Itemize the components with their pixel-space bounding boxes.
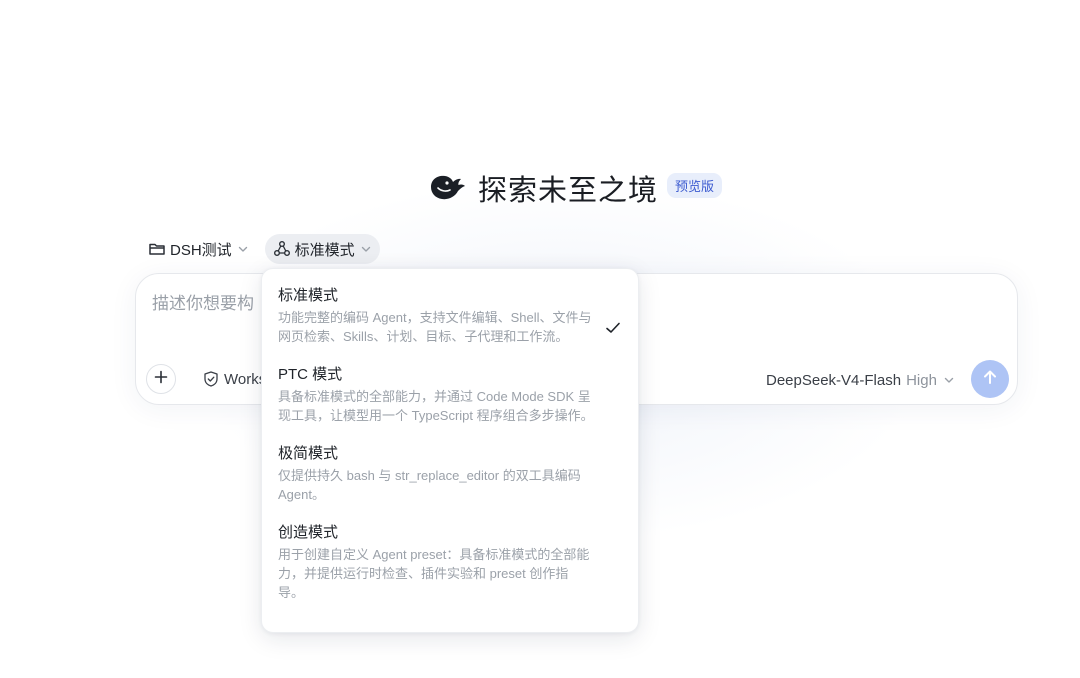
- preview-badge: 预览版: [667, 172, 723, 198]
- menu-item-creator-mode[interactable]: 创造模式 用于创建自定义 Agent preset：具备标准模式的全部能力，并提…: [262, 522, 638, 602]
- model-selector[interactable]: DeepSeek-V4-Flash High: [766, 369, 955, 391]
- context-chip-row: DSH测试 标准模式: [140, 234, 380, 264]
- arrow-up-icon: [981, 368, 999, 391]
- menu-item-ptc-mode[interactable]: PTC 模式 具备标准模式的全部能力，并通过 Code Mode SDK 呈现工…: [262, 364, 638, 425]
- mode-selector-label: 标准模式: [294, 241, 355, 259]
- workspace-permission-label: Workspace: [224, 370, 266, 388]
- model-effort-level: High: [906, 371, 937, 389]
- send-button[interactable]: [971, 360, 1009, 398]
- hero-header: 探索未至之境 预览版: [428, 166, 723, 210]
- menu-item-title: 标准模式: [278, 287, 339, 304]
- check-icon: [604, 319, 622, 337]
- menu-item-title: 极简模式: [278, 445, 339, 462]
- menu-item-description: 仅提供持久 bash 与 str_replace_editor 的双工具编码 A…: [278, 468, 581, 502]
- workspace-selector-label: DSH测试: [170, 241, 232, 259]
- plus-icon: [154, 370, 168, 389]
- chevron-down-icon: [237, 243, 249, 255]
- menu-item-description: 功能完整的编码 Agent，支持文件编辑、Shell、文件与网页检索、Skill…: [278, 310, 592, 344]
- chevron-down-icon: [943, 374, 955, 386]
- workspace-selector[interactable]: DSH测试: [140, 234, 257, 264]
- model-name: DeepSeek-V4-Flash: [766, 371, 902, 389]
- menu-item-title: PTC 模式: [278, 366, 343, 383]
- hero-title: 探索未至之境: [478, 175, 659, 207]
- menu-item-standard-mode[interactable]: 标准模式 功能完整的编码 Agent，支持文件编辑、Shell、文件与网页检索、…: [262, 285, 638, 346]
- menu-item-minimal-mode[interactable]: 极简模式 仅提供持久 bash 与 str_replace_editor 的双工…: [262, 443, 638, 504]
- workspace-permission-button[interactable]: Workspace: [202, 368, 266, 390]
- chevron-down-icon: [360, 243, 372, 255]
- add-attachment-button[interactable]: [146, 364, 176, 394]
- folder-icon: [148, 240, 166, 258]
- menu-item-title: 创造模式: [278, 524, 339, 541]
- menu-item-description: 用于创建自定义 Agent preset：具备标准模式的全部能力，并提供运行时检…: [278, 547, 590, 600]
- mode-selector[interactable]: 标准模式: [264, 234, 380, 264]
- mode-nodes-icon: [273, 240, 291, 258]
- shield-icon: [202, 370, 220, 388]
- menu-item-description: 具备标准模式的全部能力，并通过 Code Mode SDK 呈现工具，让模型用一…: [278, 389, 594, 423]
- prompt-input[interactable]: [152, 290, 267, 318]
- whale-logo-icon: [428, 168, 468, 208]
- mode-dropdown-menu: 标准模式 功能完整的编码 Agent，支持文件编辑、Shell、文件与网页检索、…: [261, 268, 639, 633]
